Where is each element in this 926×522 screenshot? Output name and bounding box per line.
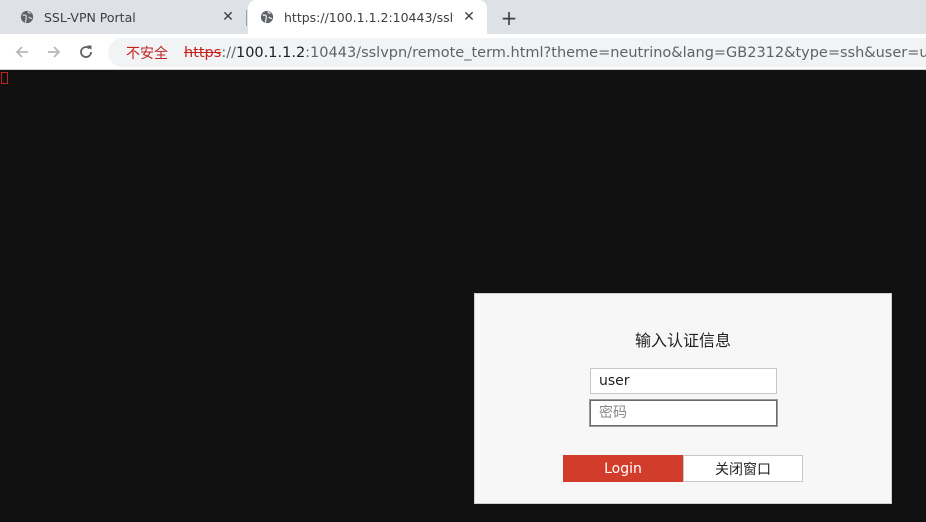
reload-icon xyxy=(80,45,92,58)
tab-strip: SSL-VPN Portal ✕ https://100.1.1.2:10443… xyxy=(0,0,926,34)
close-window-button[interactable]: 关闭窗口 xyxy=(683,455,803,482)
close-tab-icon[interactable]: ✕ xyxy=(461,9,477,25)
url-host: 100.1.1.2 xyxy=(235,44,306,61)
username-field[interactable]: user xyxy=(590,368,777,394)
globe-icon xyxy=(20,10,34,24)
address-bar[interactable]: 不安全 https://100.1.1.2:10443/sslvpn/remot… xyxy=(108,38,926,67)
tab-divider xyxy=(246,10,247,26)
tab-title: SSL-VPN Portal xyxy=(44,9,136,25)
tab-remote-term[interactable]: https://100.1.1.2:10443/sslvpn/remote_te… xyxy=(248,0,487,34)
url-scheme: https xyxy=(184,44,222,61)
terminal-cursor xyxy=(1,72,8,84)
url-path: :10443/sslvpn/remote_term.html?theme=neu… xyxy=(305,44,926,61)
browser-toolbar: 不安全 https://100.1.1.2:10443/sslvpn/remot… xyxy=(0,34,926,70)
close-tab-icon[interactable]: ✕ xyxy=(220,9,236,25)
not-secure-label[interactable]: 不安全 xyxy=(126,43,168,63)
forward-button[interactable] xyxy=(42,40,66,64)
new-tab-button[interactable]: + xyxy=(498,6,520,30)
login-dialog: 输入认证信息 user Login 关闭窗口 xyxy=(474,293,892,504)
login-button[interactable]: Login xyxy=(563,455,683,482)
reload-button[interactable] xyxy=(74,40,98,64)
tab-ssl-vpn-portal[interactable]: SSL-VPN Portal ✕ xyxy=(0,0,246,34)
back-button[interactable] xyxy=(10,40,34,64)
globe-icon xyxy=(260,10,274,24)
password-field[interactable] xyxy=(590,400,777,426)
tab-title: https://100.1.1.2:10443/sslvpn/remote_te… xyxy=(284,9,454,25)
forward-arrow-icon xyxy=(48,46,61,58)
dialog-title: 输入认证信息 xyxy=(634,331,731,350)
back-arrow-icon xyxy=(15,46,28,58)
url-separator: :// xyxy=(221,44,236,61)
